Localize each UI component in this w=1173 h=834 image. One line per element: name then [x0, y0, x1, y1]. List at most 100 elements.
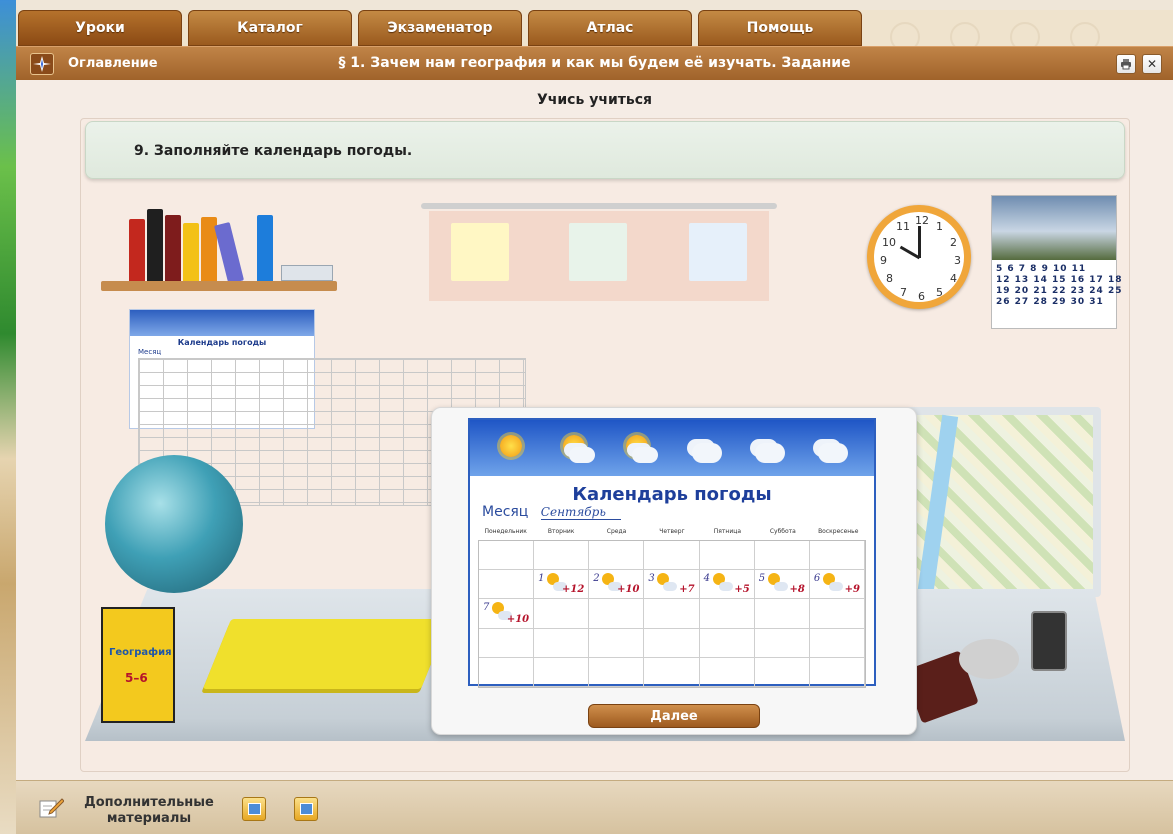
- weather-icons-strip: [130, 310, 314, 336]
- geography-dvd-box: География 5–6: [101, 607, 175, 723]
- storm-cloud-icon: [767, 573, 788, 592]
- month-label: Месяц: [482, 504, 529, 520]
- calendar-cell[interactable]: [589, 541, 645, 571]
- temperature-value: +10: [506, 613, 530, 625]
- sticky-note: [569, 223, 627, 281]
- weather-calendar: Календарь погоды Месяц Сентябрь Понедель…: [468, 418, 876, 688]
- day-number: 3: [648, 573, 655, 585]
- temperature-value: +9: [844, 584, 860, 596]
- month-row: Месяц Сентябрь: [482, 504, 621, 520]
- tab-catalog[interactable]: Каталог: [188, 10, 352, 46]
- book: [129, 219, 145, 283]
- calendar-cell[interactable]: [754, 628, 810, 658]
- wall-weather-calendar: Календарь погоды Месяц: [129, 309, 526, 506]
- day-number: 1: [538, 573, 545, 585]
- calendar-cell[interactable]: [644, 628, 700, 658]
- tab-atlas[interactable]: Атлас: [528, 10, 692, 46]
- calendar-cell[interactable]: [699, 657, 755, 687]
- document-icon: [300, 803, 313, 815]
- calendar-cell[interactable]: 6 +9: [809, 570, 865, 600]
- dvd-grade: 5–6: [125, 671, 148, 685]
- additional-materials-label: Дополнительные материалы: [84, 795, 214, 826]
- calendar-cell[interactable]: [754, 541, 810, 571]
- calendar-cell[interactable]: [754, 599, 810, 629]
- day-number: 6: [813, 573, 821, 585]
- storm-cloud-icon: [749, 431, 785, 465]
- day-number: 7: [483, 602, 490, 614]
- wall-calendar-title: Календарь погоды: [177, 338, 267, 347]
- book: [183, 223, 199, 283]
- rain-cloud-icon: [686, 431, 722, 465]
- temperature-value: +10: [617, 584, 640, 596]
- snow-cloud-icon: [812, 431, 849, 465]
- calendar-cell[interactable]: [479, 628, 535, 658]
- day-number: 5: [758, 573, 766, 585]
- book: [165, 215, 181, 283]
- calendar-cell[interactable]: [534, 599, 590, 629]
- next-button[interactable]: Далее: [588, 704, 760, 728]
- material-button-1[interactable]: [242, 797, 266, 821]
- material-button-2[interactable]: [294, 797, 318, 821]
- bottom-bar: Дополнительные материалы: [16, 780, 1173, 834]
- print-button[interactable]: [1116, 54, 1136, 74]
- book: [257, 215, 273, 283]
- calendar-cell[interactable]: [809, 657, 865, 687]
- calendar-cell[interactable]: [809, 599, 865, 629]
- sun-icon: [496, 431, 532, 465]
- tab-bar: Уроки Каталог Экзаменатор Атлас Помощь: [16, 10, 1173, 52]
- day-number: 2: [593, 573, 600, 585]
- calendar-cell[interactable]: [644, 599, 700, 629]
- wall-clock: 12 1 2 3 4 5 6 7 8 9 10 11: [867, 205, 971, 309]
- calendar-cell[interactable]: 1 +12: [534, 570, 590, 600]
- close-button[interactable]: ✕: [1142, 54, 1162, 74]
- calendar-cell[interactable]: [699, 628, 755, 658]
- printer-icon: [1121, 59, 1131, 70]
- weekday-label: Понедельник: [484, 528, 527, 535]
- calendar-cell[interactable]: [479, 541, 535, 571]
- temperature-value: +5: [734, 584, 750, 596]
- shelf-board: [101, 281, 337, 291]
- calendar-cell[interactable]: 2 +10: [589, 570, 645, 600]
- calendar-cell[interactable]: [589, 628, 645, 658]
- calendar-cell[interactable]: [699, 541, 755, 571]
- month-value[interactable]: Сентябрь: [540, 505, 621, 520]
- textbook-stack: [202, 619, 450, 689]
- background-window: [0, 0, 16, 834]
- document-icon: [248, 803, 261, 815]
- calendar-cell[interactable]: [534, 628, 590, 658]
- calendar-cell[interactable]: [534, 541, 590, 571]
- calendar-cell[interactable]: [754, 657, 810, 687]
- day-number: 4: [703, 573, 710, 585]
- calendar-cell[interactable]: 4 +5: [699, 570, 755, 600]
- pinboard: [429, 211, 769, 301]
- desk-calendar-dates: 5 6 7 8 9 10 11 12 13 14 15 16 17 18 19 …: [996, 264, 1123, 307]
- window-titlebar: Оглавление § 1. Зачем нам география и ка…: [16, 46, 1173, 80]
- task-text: 9. Заполняйте календарь погоды.: [134, 143, 413, 159]
- calendar-cell[interactable]: 7 +10: [479, 599, 535, 629]
- sticky-note: [689, 223, 747, 281]
- calendar-cell[interactable]: [644, 541, 700, 571]
- tab-lessons[interactable]: Уроки: [18, 10, 182, 46]
- calendar-cell[interactable]: [534, 657, 590, 687]
- calendar-cell[interactable]: [644, 657, 700, 687]
- computer-mouse: [959, 639, 1019, 679]
- tab-help[interactable]: Помощь: [698, 10, 862, 46]
- section-subtitle: Учись учиться: [536, 92, 653, 108]
- calendar-cell[interactable]: 3 +7: [644, 570, 700, 600]
- temperature-value: +12: [561, 584, 585, 596]
- task-panel: 9. Заполняйте календарь погоды.: [85, 121, 1125, 179]
- calendar-cell[interactable]: [809, 541, 865, 571]
- weather-calendar-title: Календарь погоды: [572, 484, 772, 505]
- book: [213, 221, 245, 285]
- calendar-cell[interactable]: [479, 570, 535, 600]
- pinboard-rail: [421, 203, 777, 209]
- temperature-value: +7: [679, 584, 695, 596]
- calendar-cell[interactable]: [479, 657, 535, 687]
- calendar-cell[interactable]: [809, 628, 865, 658]
- calendar-cell[interactable]: [699, 599, 755, 629]
- calendar-cell[interactable]: 5 +8: [754, 570, 810, 600]
- sun-cloud-icon: [559, 431, 595, 465]
- calendar-cell[interactable]: [589, 599, 645, 629]
- tab-examiner[interactable]: Экзаменатор: [358, 10, 522, 46]
- calendar-cell[interactable]: [589, 657, 645, 687]
